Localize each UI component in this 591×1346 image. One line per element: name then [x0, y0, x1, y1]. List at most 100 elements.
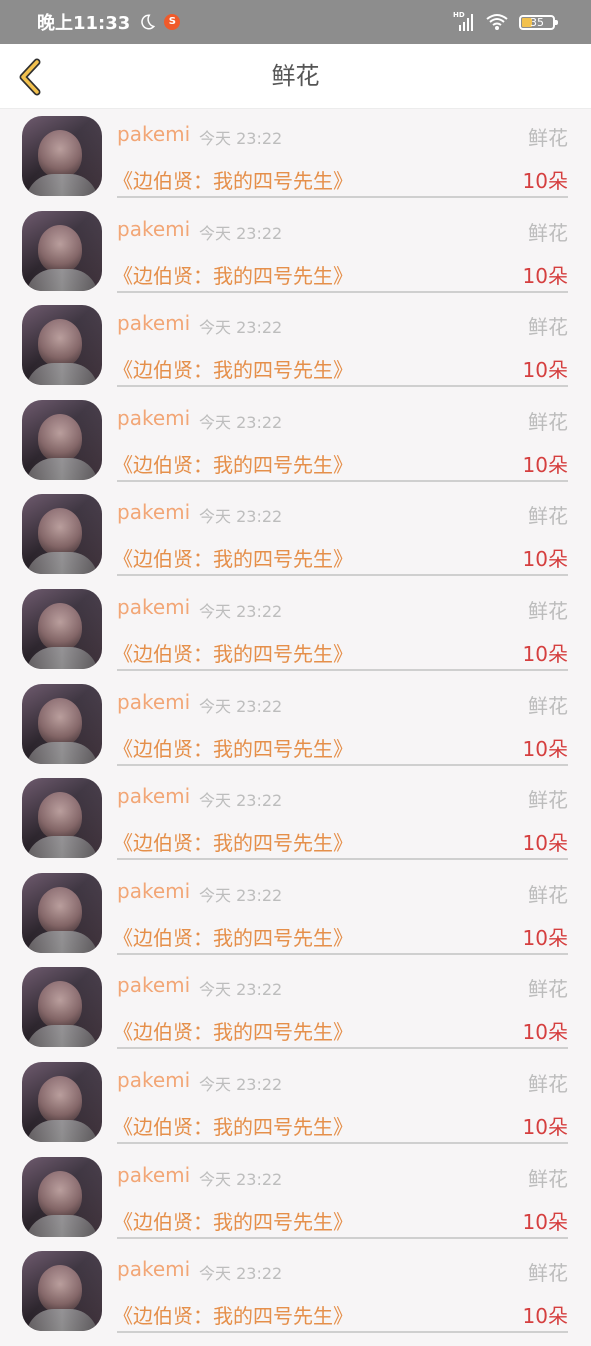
status-right: HD 35 — [453, 0, 558, 44]
username[interactable]: pakemi — [117, 1068, 190, 1092]
battery-cap — [555, 19, 558, 25]
gift-quantity: 10朵 — [522, 1304, 568, 1329]
list-item[interactable]: pakemi 今天 23:22 鲜花 《边伯贤：我的四号先生》 10朵 — [0, 1251, 591, 1346]
gift-type: 鲜花 — [528, 977, 568, 1002]
gift-type: 鲜花 — [528, 126, 568, 150]
username[interactable]: pakemi — [117, 500, 190, 524]
gift-quantity: 10朵 — [522, 1114, 568, 1139]
username[interactable]: pakemi — [117, 122, 190, 146]
gift-quantity: 10朵 — [522, 831, 568, 856]
gift-quantity: 10朵 — [522, 358, 568, 383]
gift-type: 鲜花 — [528, 788, 568, 813]
book-title[interactable]: 《边伯贤：我的四号先生》 — [113, 260, 353, 289]
gift-type: 鲜花 — [528, 315, 568, 340]
list-item-content: pakemi 今天 23:22 鲜花 《边伯贤：我的四号先生》 10朵 — [113, 778, 568, 861]
book-title[interactable]: 《边伯贤：我的四号先生》 — [113, 827, 353, 856]
nav-bar: 鲜花 — [0, 44, 591, 109]
username[interactable]: pakemi — [117, 406, 190, 430]
gift-list: pakemi 今天 23:22 鲜花 《边伯贤：我的四号先生》 10朵 pake… — [0, 116, 591, 1346]
avatar[interactable] — [22, 967, 102, 1048]
list-item-content: pakemi 今天 23:22 鲜花 《边伯贤：我的四号先生》 10朵 — [113, 589, 568, 671]
gift-type: 鲜花 — [528, 409, 568, 434]
username[interactable]: pakemi — [117, 1257, 190, 1281]
timestamp: 今天 23:22 — [199, 318, 283, 338]
book-title[interactable]: 《边伯贤：我的四号先生》 — [113, 449, 353, 478]
timestamp: 今天 23:22 — [199, 223, 283, 243]
gift-type: 鲜花 — [528, 598, 568, 623]
book-title[interactable]: 《边伯贤：我的四号先生》 — [113, 543, 353, 572]
avatar[interactable] — [22, 872, 102, 953]
list-item[interactable]: pakemi 今天 23:22 鲜花 《边伯贤：我的四号先生》 10朵 — [0, 399, 591, 495]
username[interactable]: pakemi — [117, 217, 190, 241]
gift-type: 鲜花 — [528, 1261, 568, 1286]
timestamp: 今天 23:22 — [199, 791, 283, 811]
avatar[interactable] — [22, 399, 102, 480]
username[interactable]: pakemi — [117, 784, 190, 808]
list-item-content: pakemi 今天 23:22 鲜花 《边伯贤：我的四号先生》 10朵 — [113, 873, 568, 955]
gift-quantity: 10朵 — [522, 452, 568, 477]
avatar[interactable] — [22, 210, 102, 291]
avatar[interactable] — [22, 778, 102, 859]
username[interactable]: pakemi — [117, 879, 190, 903]
list-item-content: pakemi 今天 23:22 鲜花 《边伯贤：我的四号先生》 10朵 — [113, 684, 568, 766]
book-title[interactable]: 《边伯贤：我的四号先生》 — [113, 1016, 353, 1045]
username[interactable]: pakemi — [117, 595, 190, 619]
avatar[interactable] — [22, 116, 102, 196]
gift-type: 鲜花 — [528, 1071, 568, 1096]
gift-quantity: 10朵 — [522, 169, 568, 193]
username[interactable]: pakemi — [117, 690, 190, 714]
list-item[interactable]: pakemi 今天 23:22 鲜花 《边伯贤：我的四号先生》 10朵 — [0, 683, 591, 779]
list-item[interactable]: pakemi 今天 23:22 鲜花 《边伯贤：我的四号先生》 10朵 — [0, 305, 591, 400]
timestamp: 今天 23:22 — [199, 696, 283, 716]
book-title[interactable]: 《边伯贤：我的四号先生》 — [113, 922, 353, 951]
list-item-content: pakemi 今天 23:22 鲜花 《边伯贤：我的四号先生》 10朵 — [113, 1251, 568, 1334]
list-item-content: pakemi 今天 23:22 鲜花 《边伯贤：我的四号先生》 10朵 — [113, 1157, 568, 1239]
signal-hd-label: HD — [453, 11, 465, 19]
battery-icon: 35 — [519, 14, 558, 30]
list-item[interactable]: pakemi 今天 23:22 鲜花 《边伯贤：我的四号先生》 10朵 — [0, 1156, 591, 1252]
list-item[interactable]: pakemi 今天 23:22 鲜花 《边伯贤：我的四号先生》 10朵 — [0, 778, 591, 873]
gift-type: 鲜花 — [528, 1166, 568, 1191]
gift-quantity: 10朵 — [522, 925, 568, 950]
avatar[interactable] — [22, 683, 102, 764]
gift-quantity: 10朵 — [522, 1209, 568, 1234]
list-item[interactable]: pakemi 今天 23:22 鲜花 《边伯贤：我的四号先生》 10朵 — [0, 210, 591, 306]
book-title[interactable]: 《边伯贤：我的四号先生》 — [113, 354, 353, 383]
gift-quantity: 10朵 — [522, 736, 568, 761]
avatar[interactable] — [22, 305, 102, 386]
avatar[interactable] — [22, 588, 102, 669]
list-item[interactable]: pakemi 今天 23:22 鲜花 《边伯贤：我的四号先生》 10朵 — [0, 967, 591, 1062]
book-title[interactable]: 《边伯贤：我的四号先生》 — [113, 733, 353, 762]
list-item-content: pakemi 今天 23:22 鲜花 《边伯贤：我的四号先生》 10朵 — [113, 400, 568, 482]
avatar[interactable] — [22, 1061, 102, 1142]
battery-percent: 35 — [530, 15, 544, 29]
username[interactable]: pakemi — [117, 1163, 190, 1187]
book-title[interactable]: 《边伯贤：我的四号先生》 — [113, 1111, 353, 1140]
gift-type: 鲜花 — [528, 693, 568, 718]
status-left: 晚上11:33 S — [37, 0, 181, 44]
list-item-content: pakemi 今天 23:22 鲜花 《边伯贤：我的四号先生》 10朵 — [113, 1062, 568, 1144]
username[interactable]: pakemi — [117, 973, 190, 997]
book-title[interactable]: 《边伯贤：我的四号先生》 — [113, 1300, 353, 1329]
book-title[interactable]: 《边伯贤：我的四号先生》 — [113, 1206, 353, 1235]
list-item[interactable]: pakemi 今天 23:22 鲜花 《边伯贤：我的四号先生》 10朵 — [0, 116, 591, 211]
avatar[interactable] — [22, 1156, 102, 1237]
timestamp: 今天 23:22 — [199, 1264, 283, 1284]
list-item-content: pakemi 今天 23:22 鲜花 《边伯贤：我的四号先生》 10朵 — [113, 211, 568, 293]
list-item[interactable]: pakemi 今天 23:22 鲜花 《边伯贤：我的四号先生》 10朵 — [0, 1061, 591, 1157]
status-bar: 晚上11:33 S HD 35 — [0, 0, 591, 44]
list-item[interactable]: pakemi 今天 23:22 鲜花 《边伯贤：我的四号先生》 10朵 — [0, 494, 591, 589]
timestamp: 今天 23:22 — [199, 980, 283, 1000]
avatar[interactable] — [22, 494, 102, 575]
list-item[interactable]: pakemi 今天 23:22 鲜花 《边伯贤：我的四号先生》 10朵 — [0, 872, 591, 968]
book-title[interactable]: 《边伯贤：我的四号先生》 — [113, 165, 353, 194]
status-time: 晚上11:33 — [37, 13, 131, 34]
list-item[interactable]: pakemi 今天 23:22 鲜花 《边伯贤：我的四号先生》 10朵 — [0, 588, 591, 684]
timestamp: 今天 23:22 — [199, 412, 283, 432]
timestamp: 今天 23:22 — [199, 129, 283, 148]
gift-quantity: 10朵 — [522, 641, 568, 666]
avatar[interactable] — [22, 1251, 102, 1332]
timestamp: 今天 23:22 — [199, 885, 283, 905]
username[interactable]: pakemi — [117, 311, 190, 335]
book-title[interactable]: 《边伯贤：我的四号先生》 — [113, 638, 353, 667]
